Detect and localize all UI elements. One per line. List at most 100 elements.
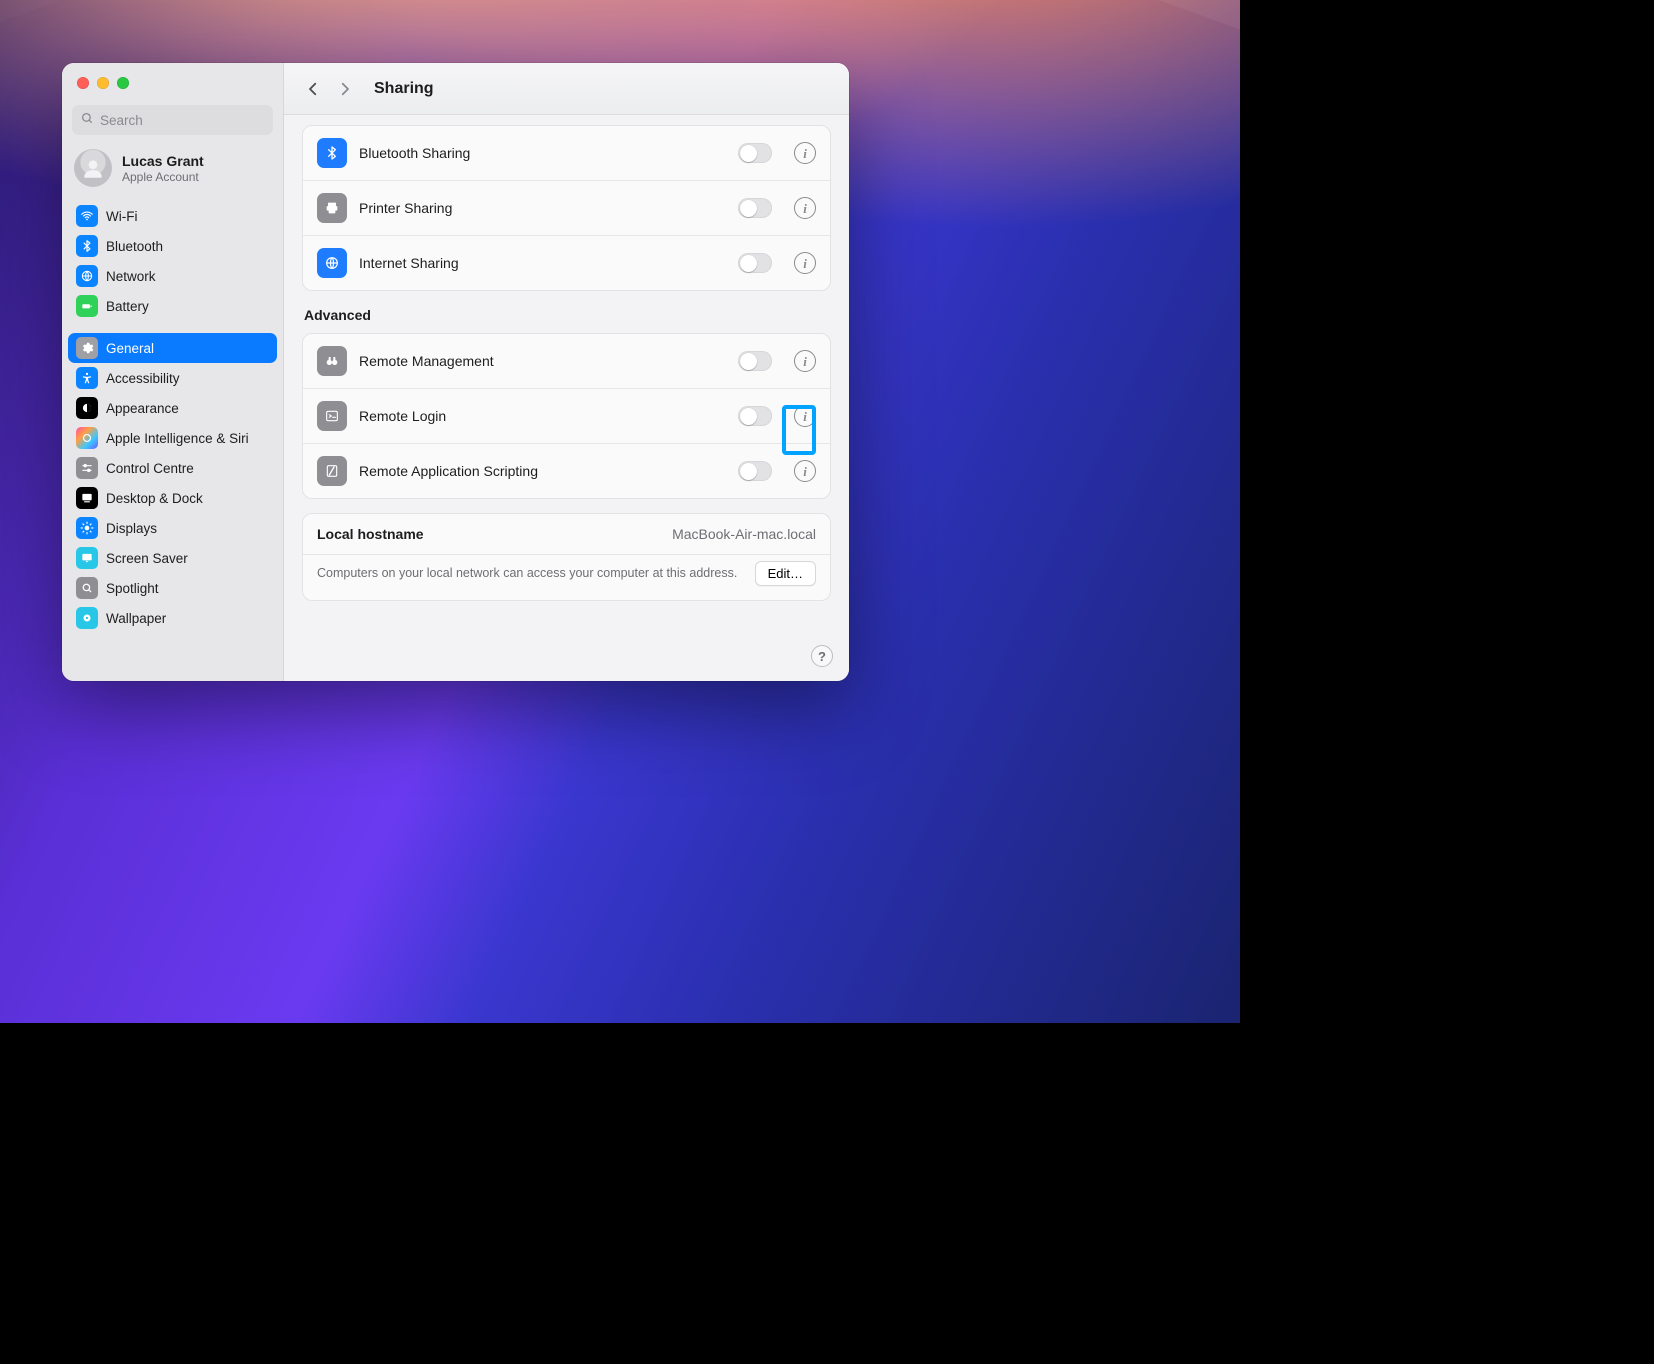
forward-button[interactable] [334,75,356,103]
sidebar-item-network[interactable]: Network [68,261,277,291]
toggle-remote-login[interactable] [738,406,772,426]
hostname-description: Computers on your local network can acce… [317,565,737,582]
terminal-icon [317,401,347,431]
spotlight-icon [76,577,98,599]
advanced-section-label: Advanced [304,307,829,323]
row-internet-sharing: Internet Sharing i [303,235,830,290]
sidebar-item-label: Wi-Fi [106,209,137,224]
sidebar-item-spotlight[interactable]: Spotlight [68,573,277,603]
sidebar-item-label: Wallpaper [106,611,166,626]
wallpaper-icon [76,607,98,629]
toggle-remote-management[interactable] [738,351,772,371]
bluetooth-icon [317,138,347,168]
sidebar-item-appearance[interactable]: Appearance [68,393,277,423]
search-icon [80,111,94,130]
minimize-window-button[interactable] [97,77,109,89]
row-local-hostname: Local hostname MacBook-Air-mac.local [303,514,830,554]
appearance-icon [76,397,98,419]
row-remote-login: Remote Login i [303,388,830,443]
wifi-icon [76,205,98,227]
sidebar: Lucas Grant Apple Account Wi-Fi Bluetoot… [62,63,284,681]
info-button[interactable]: i [794,460,816,482]
script-icon [317,456,347,486]
row-remote-management: Remote Management i [303,334,830,388]
account-name: Lucas Grant [122,153,204,169]
advanced-card: Remote Management i Remote Login i [302,333,831,499]
battery-icon [76,295,98,317]
binoculars-icon [317,346,347,376]
sidebar-item-label: Apple Intelligence & Siri [106,431,249,446]
sidebar-search[interactable] [72,105,273,135]
close-window-button[interactable] [77,77,89,89]
sidebar-item-desktop-dock[interactable]: Desktop & Dock [68,483,277,513]
sidebar-nav: Wi-Fi Bluetooth Network [62,197,283,643]
system-settings-window: Lucas Grant Apple Account Wi-Fi Bluetoot… [62,63,849,681]
info-button[interactable]: i [794,252,816,274]
sidebar-item-label: Displays [106,521,157,536]
sidebar-item-displays[interactable]: Displays [68,513,277,543]
sidebar-item-label: Battery [106,299,149,314]
apple-account-row[interactable]: Lucas Grant Apple Account [62,135,283,197]
content: Sharing Bluetooth Sharing i [284,63,849,681]
toggle-printer-sharing[interactable] [738,198,772,218]
sidebar-item-bluetooth[interactable]: Bluetooth [68,231,277,261]
hostname-label: Local hostname [317,526,424,542]
content-body: Bluetooth Sharing i Printer Sharing i [284,115,849,681]
bluetooth-icon [76,235,98,257]
page-title: Sharing [374,80,434,98]
printer-icon [317,193,347,223]
row-printer-sharing: Printer Sharing i [303,180,830,235]
search-input[interactable] [94,113,265,128]
window-traffic-lights [62,63,283,101]
zoom-window-button[interactable] [117,77,129,89]
displays-icon [76,517,98,539]
sidebar-item-label: Desktop & Dock [106,491,203,506]
globe-icon [76,265,98,287]
help-button[interactable]: ? [811,645,833,667]
row-label: Remote Application Scripting [359,463,538,479]
gear-icon [76,337,98,359]
row-label: Printer Sharing [359,200,452,216]
toggle-remote-scripting[interactable] [738,461,772,481]
sidebar-item-label: Appearance [106,401,179,416]
info-button[interactable]: i [794,350,816,372]
row-label: Internet Sharing [359,255,459,271]
sidebar-item-wallpaper[interactable]: Wallpaper [68,603,277,633]
hostname-value: MacBook-Air-mac.local [672,526,816,542]
row-bluetooth-sharing: Bluetooth Sharing i [303,126,830,180]
info-button[interactable]: i [794,142,816,164]
row-label: Remote Login [359,408,446,424]
siri-icon [76,427,98,449]
toggle-internet-sharing[interactable] [738,253,772,273]
sidebar-item-label: Network [106,269,156,284]
accessibility-icon [76,367,98,389]
sidebar-item-label: Spotlight [106,581,159,596]
row-label: Remote Management [359,353,494,369]
info-button[interactable]: i [794,197,816,219]
content-toolbar: Sharing [284,63,849,115]
sidebar-item-screen-saver[interactable]: Screen Saver [68,543,277,573]
edit-hostname-button[interactable]: Edit… [755,561,816,586]
sidebar-item-control-centre[interactable]: Control Centre [68,453,277,483]
sidebar-item-accessibility[interactable]: Accessibility [68,363,277,393]
hostname-card: Local hostname MacBook-Air-mac.local Com… [302,513,831,601]
desktop-dock-icon [76,487,98,509]
sidebar-item-label: Screen Saver [106,551,188,566]
avatar [74,149,112,187]
toggle-bluetooth-sharing[interactable] [738,143,772,163]
back-button[interactable] [302,75,324,103]
sidebar-item-general[interactable]: General [68,333,277,363]
basic-sharing-card: Bluetooth Sharing i Printer Sharing i [302,125,831,291]
row-label: Bluetooth Sharing [359,145,470,161]
control-centre-icon [76,457,98,479]
account-sub: Apple Account [122,170,204,184]
info-button-remote-login[interactable]: i [794,405,816,427]
row-remote-scripting: Remote Application Scripting i [303,443,830,498]
globe-icon [317,248,347,278]
sidebar-item-label: Control Centre [106,461,194,476]
sidebar-item-label: Accessibility [106,371,180,386]
sidebar-item-battery[interactable]: Battery [68,291,277,321]
sidebar-item-wifi[interactable]: Wi-Fi [68,201,277,231]
screen-saver-icon [76,547,98,569]
sidebar-item-siri[interactable]: Apple Intelligence & Siri [68,423,277,453]
